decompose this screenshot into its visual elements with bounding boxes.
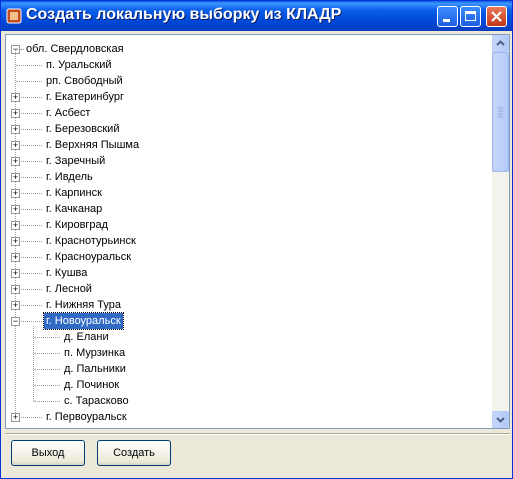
tree-node-root[interactable]: обл. Свердловская bbox=[24, 41, 126, 57]
tree-guide-line bbox=[34, 385, 60, 386]
scroll-thumb[interactable] bbox=[492, 52, 509, 172]
tree-node-label: г. Асбест bbox=[46, 107, 91, 119]
minimize-icon bbox=[443, 19, 450, 22]
expand-toggle[interactable]: + bbox=[11, 189, 20, 198]
tree-node-label: г. Верхняя Пышма bbox=[46, 139, 140, 151]
tree-node[interactable]: г. Верхняя Пышма bbox=[44, 137, 141, 153]
tree-node[interactable]: г. Лесной bbox=[44, 281, 94, 297]
vertical-scrollbar[interactable] bbox=[492, 35, 509, 428]
tree-node-label: г. Карпинск bbox=[46, 187, 102, 199]
tree-node[interactable]: г. Краснотурьинск bbox=[44, 233, 138, 249]
tree-node-label: г. Качканар bbox=[46, 203, 103, 215]
tree-node[interactable]: г. Заречный bbox=[44, 153, 107, 169]
tree-node[interactable]: д. Пальники bbox=[62, 361, 128, 377]
tree-node[interactable]: г. Кушва bbox=[44, 265, 89, 281]
tree-node-label: д. Починок bbox=[64, 379, 120, 391]
expand-toggle[interactable]: + bbox=[11, 93, 20, 102]
expand-toggle[interactable]: + bbox=[11, 109, 20, 118]
app-icon bbox=[6, 8, 22, 24]
tree-node-label: г. Нижняя Тура bbox=[46, 299, 121, 311]
tree-guide-line bbox=[34, 401, 60, 402]
expand-toggle[interactable]: + bbox=[11, 285, 20, 294]
tree-node-label: д. Пальники bbox=[64, 363, 126, 375]
tree-node[interactable]: г. Асбест bbox=[44, 105, 92, 121]
expand-toggle[interactable]: + bbox=[11, 221, 20, 230]
expand-toggle[interactable]: + bbox=[11, 237, 20, 246]
close-button[interactable] bbox=[486, 6, 507, 27]
client-area: − обл. Свердловская п. Уральский рп. Своб… bbox=[5, 31, 510, 476]
tree-node-label: г. Ивдель bbox=[46, 171, 93, 183]
grip-icon bbox=[498, 107, 503, 118]
close-icon bbox=[491, 11, 502, 22]
tree-node-label: г. Лесной bbox=[46, 283, 92, 295]
tree-node[interactable]: г. Новоуральск bbox=[43, 312, 124, 330]
expand-toggle[interactable]: + bbox=[11, 269, 20, 278]
tree-content: − обл. Свердловская п. Уральский рп. Своб… bbox=[6, 35, 492, 428]
exit-button[interactable]: Выход bbox=[11, 440, 85, 466]
tree-node[interactable]: д. Починок bbox=[62, 377, 121, 393]
tree-node[interactable]: г. Березовский bbox=[44, 121, 121, 137]
tree-node-label: г. Заречный bbox=[46, 155, 106, 167]
expand-toggle[interactable]: + bbox=[11, 125, 20, 134]
tree-node-label: д. Елани bbox=[64, 331, 109, 343]
tree-guide-line bbox=[34, 353, 60, 354]
tree-node[interactable]: г. Карпинск bbox=[44, 185, 104, 201]
tree-guide-line bbox=[16, 65, 42, 66]
tree-node[interactable]: г. Ивдель bbox=[44, 169, 95, 185]
tree-node[interactable]: рп. Свободный bbox=[44, 73, 125, 89]
tree-node[interactable]: д. Елани bbox=[62, 329, 111, 345]
kladr-tree[interactable]: − обл. Свердловская п. Уральский рп. Своб… bbox=[5, 34, 510, 429]
create-button[interactable]: Создать bbox=[97, 440, 171, 466]
expand-toggle[interactable]: + bbox=[11, 413, 20, 422]
tree-node-label: с. Тарасково bbox=[64, 395, 129, 407]
collapse-toggle[interactable]: − bbox=[11, 317, 20, 326]
tree-node[interactable]: г. Нижняя Тура bbox=[44, 297, 123, 313]
tree-node-label: г. Березовский bbox=[46, 123, 120, 135]
scroll-up-button[interactable] bbox=[492, 35, 509, 52]
tree-node-label: г. Красноуральск bbox=[46, 251, 132, 263]
tree-node[interactable]: с. Тарасково bbox=[62, 393, 131, 409]
expand-toggle[interactable]: + bbox=[11, 141, 20, 150]
tree-node-label: г. Екатеринбург bbox=[46, 91, 124, 103]
tree-node[interactable]: г. Екатеринбург bbox=[44, 89, 126, 105]
tree-node[interactable]: г. Качканар bbox=[44, 201, 104, 217]
tree-node[interactable]: п. Уральский bbox=[44, 57, 114, 73]
tree-node-label: г. Кировград bbox=[46, 219, 109, 231]
maximize-icon bbox=[465, 11, 476, 21]
tree-node-label: п. Мурзинка bbox=[64, 347, 126, 359]
scroll-down-button[interactable] bbox=[492, 411, 509, 428]
chevron-up-icon bbox=[496, 40, 505, 46]
expand-toggle[interactable]: + bbox=[11, 173, 20, 182]
tree-node-label: обл. Свердловская bbox=[26, 43, 124, 55]
tree-guide-line bbox=[34, 369, 60, 370]
tree-node-label: г. Краснотурьинск bbox=[46, 235, 136, 247]
tree-node-label: п. Уральский bbox=[46, 59, 112, 71]
tree-node-label: г. Новоуральск bbox=[43, 312, 124, 330]
chevron-down-icon bbox=[496, 417, 505, 423]
tree-node-label: г. Кушва bbox=[46, 267, 88, 279]
tree-guide-line bbox=[15, 50, 16, 417]
tree-node[interactable]: г. Кировград bbox=[44, 217, 110, 233]
tree-node[interactable]: г. Красноуральск bbox=[44, 249, 133, 265]
expand-toggle[interactable]: + bbox=[11, 205, 20, 214]
window-title: Создать локальную выборку из КЛАДР bbox=[26, 6, 342, 23]
expand-toggle[interactable]: + bbox=[11, 157, 20, 166]
expand-toggle[interactable]: + bbox=[11, 301, 20, 310]
maximize-button[interactable] bbox=[460, 6, 481, 27]
expand-toggle[interactable]: + bbox=[11, 253, 20, 262]
tree-node[interactable]: п. Мурзинка bbox=[62, 345, 127, 361]
tree-node-label: г. Первоуральск bbox=[46, 411, 127, 423]
tree-node[interactable]: г. Первоуральск bbox=[44, 409, 129, 425]
window: Создать локальную выборку из КЛАДР − обл… bbox=[0, 0, 513, 479]
minimize-button[interactable] bbox=[437, 6, 458, 27]
tree-node-label: рп. Свободный bbox=[46, 75, 123, 87]
separator bbox=[5, 433, 510, 435]
tree-guide-line bbox=[16, 81, 42, 82]
tree-guide-line bbox=[34, 337, 60, 338]
title-bar[interactable]: Создать локальную выборку из КЛАДР bbox=[1, 1, 512, 31]
